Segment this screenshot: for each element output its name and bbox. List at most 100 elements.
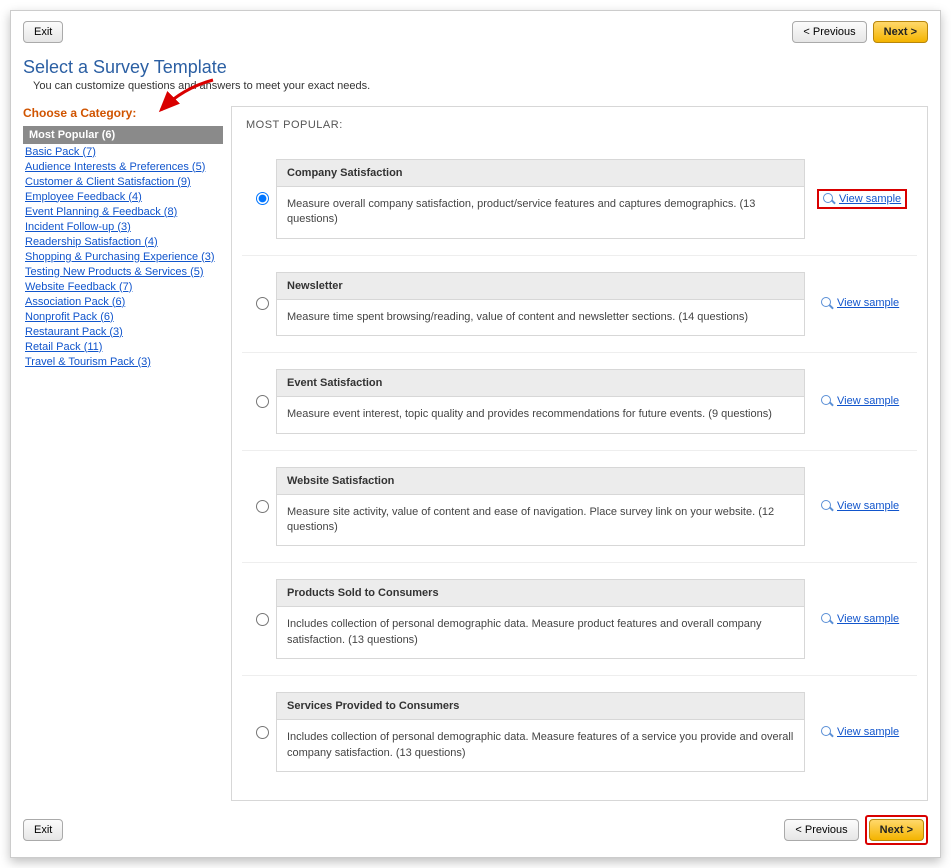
template-row: Company SatisfactionMeasure overall comp…: [242, 143, 917, 256]
template-radio[interactable]: [256, 500, 269, 513]
template-row: Services Provided to ConsumersIncludes c…: [242, 676, 917, 788]
category-item: Testing New Products & Services (5): [23, 264, 223, 279]
previous-button-bottom[interactable]: < Previous: [784, 819, 858, 841]
template-title: Services Provided to Consumers: [277, 693, 804, 720]
category-link[interactable]: Audience Interests & Preferences (5): [25, 161, 205, 173]
view-sample-wrap: View sample: [817, 724, 903, 740]
template-radio[interactable]: [256, 297, 269, 310]
content-area: Choose a Category: Most Popular (6) Basi…: [23, 106, 928, 801]
view-sample-cell: View sample: [817, 498, 913, 515]
next-button-bottom[interactable]: Next >: [869, 819, 924, 841]
template-radio[interactable]: [256, 726, 269, 739]
category-item: Nonprofit Pack (6): [23, 309, 223, 324]
magnifier-icon: [821, 726, 833, 738]
view-sample-cell: View sample: [817, 189, 913, 209]
category-item: Event Planning & Feedback (8): [23, 204, 223, 219]
template-radio[interactable]: [256, 395, 269, 408]
template-radio-cell: [246, 610, 276, 629]
magnifier-icon: [821, 500, 833, 512]
view-sample-link[interactable]: View sample: [837, 613, 899, 625]
category-header: Choose a Category:: [23, 106, 223, 120]
view-sample-wrap: View sample: [817, 498, 903, 514]
category-link[interactable]: Incident Follow-up (3): [25, 221, 131, 233]
category-item: Basic Pack (7): [23, 144, 223, 159]
next-button-top[interactable]: Next >: [873, 21, 928, 43]
category-link[interactable]: Association Pack (6): [25, 296, 125, 308]
category-link[interactable]: Event Planning & Feedback (8): [25, 206, 177, 218]
category-item: Customer & Client Satisfaction (9): [23, 174, 223, 189]
view-sample-wrap: View sample: [817, 295, 903, 311]
category-item: Association Pack (6): [23, 294, 223, 309]
page-subtitle: You can customize questions and answers …: [23, 80, 928, 92]
view-sample-link[interactable]: View sample: [837, 297, 899, 309]
nav-buttons-top: < Previous Next >: [792, 21, 928, 43]
next-button-highlight: Next >: [865, 815, 928, 845]
magnifier-icon: [821, 395, 833, 407]
view-sample-wrap: View sample: [817, 611, 903, 627]
template-radio-cell: [246, 294, 276, 313]
category-link[interactable]: Readership Satisfaction (4): [25, 236, 158, 248]
view-sample-link[interactable]: View sample: [837, 500, 899, 512]
view-sample-wrap: View sample: [817, 393, 903, 409]
view-sample-cell: View sample: [817, 295, 913, 312]
template-radio-cell: [246, 189, 276, 208]
category-item: Audience Interests & Preferences (5): [23, 159, 223, 174]
template-card: Services Provided to ConsumersIncludes c…: [276, 692, 805, 772]
view-sample-link[interactable]: View sample: [839, 193, 901, 205]
template-row: Event SatisfactionMeasure event interest…: [242, 353, 917, 450]
template-title: Event Satisfaction: [277, 370, 804, 397]
view-sample-link[interactable]: View sample: [837, 726, 899, 738]
category-link[interactable]: Customer & Client Satisfaction (9): [25, 176, 191, 188]
category-item: Employee Feedback (4): [23, 189, 223, 204]
category-item: Shopping & Purchasing Experience (3): [23, 249, 223, 264]
magnifier-icon: [823, 193, 835, 205]
template-description: Includes collection of personal demograp…: [277, 720, 804, 771]
category-sidebar: Choose a Category: Most Popular (6) Basi…: [23, 106, 223, 801]
category-item: Readership Satisfaction (4): [23, 234, 223, 249]
category-link[interactable]: Employee Feedback (4): [25, 191, 142, 203]
template-radio-cell: [246, 392, 276, 411]
category-item: Incident Follow-up (3): [23, 219, 223, 234]
template-description: Measure site activity, value of content …: [277, 495, 804, 546]
template-radio-cell: [246, 723, 276, 742]
template-list: Company SatisfactionMeasure overall comp…: [242, 143, 917, 788]
category-link[interactable]: Basic Pack (7): [25, 146, 96, 158]
magnifier-icon: [821, 613, 833, 625]
category-link[interactable]: Restaurant Pack (3): [25, 326, 123, 338]
template-description: Includes collection of personal demograp…: [277, 607, 804, 658]
template-radio-cell: [246, 497, 276, 516]
category-link[interactable]: Retail Pack (11): [25, 341, 102, 353]
category-selected[interactable]: Most Popular (6): [23, 126, 223, 144]
template-description: Measure time spent browsing/reading, val…: [277, 300, 804, 335]
top-toolbar: Exit < Previous Next >: [23, 21, 928, 43]
category-item: Restaurant Pack (3): [23, 324, 223, 339]
exit-button-bottom[interactable]: Exit: [23, 819, 63, 841]
magnifier-icon: [821, 297, 833, 309]
category-link[interactable]: Shopping & Purchasing Experience (3): [25, 251, 215, 263]
template-row: NewsletterMeasure time spent browsing/re…: [242, 256, 917, 353]
view-sample-cell: View sample: [817, 611, 913, 628]
category-link[interactable]: Travel & Tourism Pack (3): [25, 356, 151, 368]
category-item: Website Feedback (7): [23, 279, 223, 294]
template-title: Website Satisfaction: [277, 468, 804, 495]
template-panel: MOST POPULAR: Company SatisfactionMeasur…: [231, 106, 928, 801]
previous-button-top[interactable]: < Previous: [792, 21, 866, 43]
view-sample-highlight: View sample: [817, 189, 907, 209]
view-sample-cell: View sample: [817, 393, 913, 410]
template-card: Company SatisfactionMeasure overall comp…: [276, 159, 805, 239]
template-card: Products Sold to ConsumersIncludes colle…: [276, 579, 805, 659]
page-title: Select a Survey Template: [23, 57, 928, 78]
template-radio[interactable]: [256, 192, 269, 205]
category-link[interactable]: Website Feedback (7): [25, 281, 132, 293]
section-title: MOST POPULAR:: [242, 119, 917, 131]
category-link[interactable]: Nonprofit Pack (6): [25, 311, 114, 323]
category-link[interactable]: Testing New Products & Services (5): [25, 266, 204, 278]
category-item: Travel & Tourism Pack (3): [23, 354, 223, 369]
template-radio[interactable]: [256, 613, 269, 626]
exit-button[interactable]: Exit: [23, 21, 63, 43]
page-container: Exit < Previous Next > Select a Survey T…: [10, 10, 941, 858]
template-title: Newsletter: [277, 273, 804, 300]
view-sample-link[interactable]: View sample: [837, 395, 899, 407]
template-row: Website SatisfactionMeasure site activit…: [242, 451, 917, 564]
bottom-toolbar: Exit < Previous Next >: [23, 815, 928, 845]
